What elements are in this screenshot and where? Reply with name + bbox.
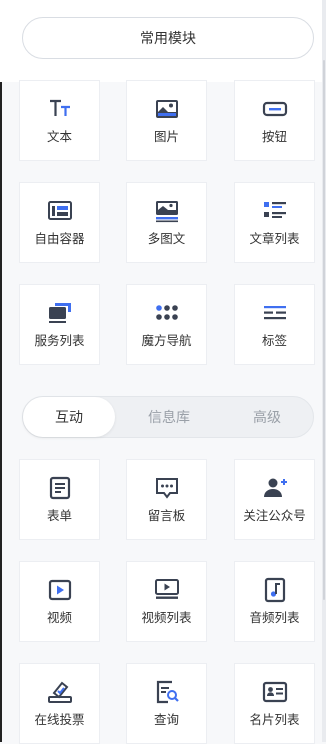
image-icon bbox=[154, 96, 180, 122]
module-label: 自由容器 bbox=[34, 231, 85, 246]
module-label: 查询 bbox=[153, 712, 179, 727]
video-list-icon bbox=[154, 577, 180, 603]
article-list-icon bbox=[262, 198, 288, 224]
module-free-container[interactable]: 自由容器 bbox=[19, 182, 100, 263]
module-tag[interactable]: 标签 bbox=[234, 284, 315, 365]
module-label: 文章列表 bbox=[249, 231, 300, 246]
module-label: 在线投票 bbox=[34, 712, 85, 727]
multi-image-text-icon bbox=[154, 198, 180, 224]
vote-icon bbox=[47, 679, 73, 705]
module-label: 音频列表 bbox=[249, 610, 300, 625]
button-icon bbox=[262, 96, 288, 122]
module-label: 标签 bbox=[261, 333, 287, 348]
card-list-icon bbox=[262, 679, 288, 705]
module-online-vote[interactable]: 在线投票 bbox=[19, 663, 100, 744]
module-label: 文本 bbox=[46, 129, 72, 144]
module-button[interactable]: 按钮 bbox=[234, 80, 315, 161]
module-form[interactable]: 表单 bbox=[19, 459, 100, 540]
module-multi-image-text[interactable]: 多图文 bbox=[126, 182, 207, 263]
text-icon bbox=[47, 96, 73, 122]
scrollbar[interactable] bbox=[322, 0, 326, 742]
module-label: 关注公众号 bbox=[243, 508, 306, 523]
video-icon bbox=[47, 577, 73, 603]
audio-list-icon bbox=[262, 577, 288, 603]
module-label: 服务列表 bbox=[34, 333, 85, 348]
module-label: 按钮 bbox=[261, 129, 287, 144]
module-image[interactable]: 图片 bbox=[126, 80, 207, 161]
form-icon bbox=[47, 475, 73, 501]
cube-nav-icon bbox=[154, 300, 180, 326]
scrollbar-thumb[interactable] bbox=[323, 60, 325, 600]
module-follow-account[interactable]: 关注公众号 bbox=[234, 459, 315, 540]
module-article-list[interactable]: 文章列表 bbox=[234, 182, 315, 263]
common-modules-button[interactable]: 常用模块 bbox=[22, 17, 314, 59]
module-video[interactable]: 视频 bbox=[19, 561, 100, 642]
category-tabs: 互动 信息库 高级 bbox=[22, 396, 314, 438]
left-edge bbox=[0, 82, 2, 742]
module-label: 多图文 bbox=[147, 231, 186, 246]
module-label: 视频 bbox=[46, 610, 72, 625]
module-query[interactable]: 查询 bbox=[126, 663, 207, 744]
module-label: 视频列表 bbox=[141, 610, 192, 625]
module-audio-list[interactable]: 音频列表 bbox=[234, 561, 315, 642]
tab-info-library[interactable]: 信息库 bbox=[123, 397, 215, 437]
tab-advanced[interactable]: 高级 bbox=[221, 397, 313, 437]
module-label: 名片列表 bbox=[249, 712, 300, 727]
module-label: 图片 bbox=[153, 129, 179, 144]
follow-account-icon bbox=[262, 475, 288, 501]
tab-interaction[interactable]: 互动 bbox=[23, 397, 115, 437]
module-text[interactable]: 文本 bbox=[19, 80, 100, 161]
query-icon bbox=[154, 679, 180, 705]
message-board-icon bbox=[154, 475, 180, 501]
module-message-board[interactable]: 留言板 bbox=[126, 459, 207, 540]
module-label: 留言板 bbox=[147, 508, 186, 523]
component-panel: 常用模块 文本 图片 按钮 自由容器 多图文 文章列表 服务列表 魔方导航 标签… bbox=[0, 0, 326, 744]
container-icon bbox=[47, 198, 73, 224]
service-list-icon bbox=[47, 300, 73, 326]
module-label: 表单 bbox=[46, 508, 72, 523]
module-label: 魔方导航 bbox=[141, 333, 192, 348]
module-service-list[interactable]: 服务列表 bbox=[19, 284, 100, 365]
tag-icon bbox=[262, 300, 288, 326]
module-card-list[interactable]: 名片列表 bbox=[234, 663, 315, 744]
module-video-list[interactable]: 视频列表 bbox=[126, 561, 207, 642]
module-cube-nav[interactable]: 魔方导航 bbox=[126, 284, 207, 365]
